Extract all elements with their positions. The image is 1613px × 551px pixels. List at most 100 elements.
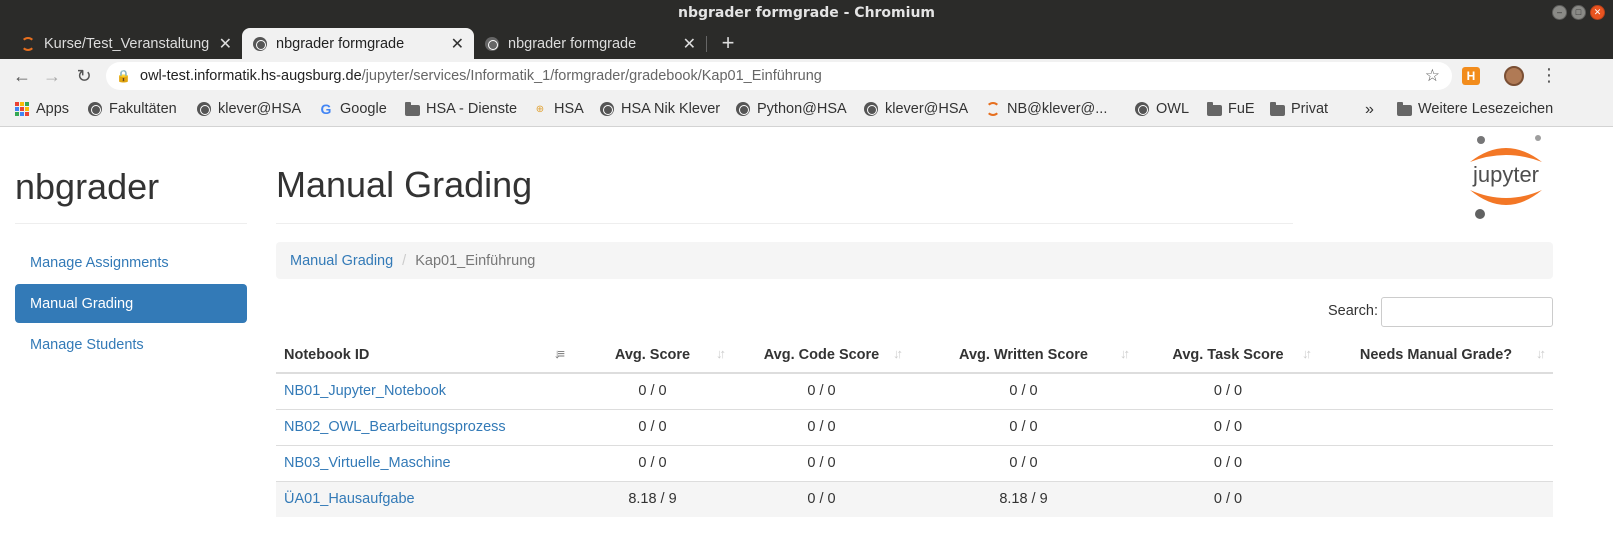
globe-icon [863, 101, 879, 117]
sidebar-item-manage-assignments[interactable]: Manage Assignments [15, 243, 247, 282]
new-tab-button[interactable]: + [714, 30, 742, 56]
bookmark-hsa-nik-klever[interactable]: HSA Nik Klever [599, 101, 720, 117]
bookmark-label: HSA [554, 101, 584, 117]
jupyter-ring-icon [20, 36, 36, 52]
other-bookmarks[interactable]: Weitere Lesezeichen [1396, 101, 1553, 117]
table-row: NB01_Jupyter_Notebook 0 / 0 0 / 0 0 / 0 … [276, 372, 1553, 409]
sort-icon: ↓↑ [1302, 346, 1312, 361]
avg-code-score-cell: 0 / 0 [733, 372, 910, 409]
bookmark-label: HSA Nik Klever [621, 101, 721, 117]
bookmark-label: Weitere Lesezeichen [1418, 101, 1554, 117]
bookmark-label: Google [340, 101, 387, 117]
notebook-link[interactable]: NB02_OWL_Bearbeitungsprozess [276, 408, 572, 445]
table-row: ÜA01_Hausaufgabe 8.18 / 9 0 / 0 8.18 / 9… [276, 480, 1553, 517]
breadcrumb-current: Kap01_Einführung [415, 252, 536, 269]
column-header-avg-task-score[interactable]: Avg. Task Score ↓↑ [1137, 337, 1319, 374]
globe-icon [735, 101, 751, 117]
bookmark-privat[interactable]: Privat [1269, 101, 1328, 117]
close-icon[interactable]: ✕ [683, 34, 696, 54]
star-icon[interactable]: ☆ [1425, 66, 1440, 86]
bookmark-klever-hsa[interactable]: klever@HSA [196, 101, 301, 117]
extension-icon[interactable]: H [1462, 67, 1480, 85]
column-header-label: Needs Manual Grade? [1359, 346, 1513, 363]
minimize-button[interactable]: – [1552, 5, 1567, 20]
url-host: owl-test.informatik.hs-augsburg.de [140, 68, 362, 84]
breadcrumb-link-manual-grading[interactable]: Manual Grading [290, 253, 393, 269]
bookmark-label: Fakultäten [109, 101, 177, 117]
avg-written-score-cell: 0 / 0 [910, 372, 1137, 409]
globe-icon [1134, 101, 1150, 117]
notebook-link[interactable]: NB01_Jupyter_Notebook [276, 372, 572, 409]
bookmark-hsa[interactable]: ⊕ HSA [532, 101, 584, 117]
notebook-link[interactable]: ÜA01_Hausaufgabe [276, 480, 572, 517]
reload-icon[interactable]: ↻ [70, 63, 98, 89]
search-input[interactable] [1381, 297, 1553, 327]
tab-formgrade-active[interactable]: nbgrader formgrade ✕ [242, 28, 474, 59]
close-window-button[interactable]: ✕ [1590, 5, 1605, 20]
hsa-icon: ⊕ [535, 103, 545, 115]
tab-label: Kurse/Test_Veranstaltung [44, 35, 210, 52]
bookmark-hsa-dienste[interactable]: HSA - Dienste [404, 101, 517, 117]
forward-arrow-icon[interactable]: → [38, 63, 66, 89]
bookmark-label: Apps [36, 101, 70, 117]
column-header-avg-written-score[interactable]: Avg. Written Score ↓↑ [910, 337, 1137, 374]
bookmark-label: OWL [1156, 101, 1190, 117]
close-icon[interactable]: ✕ [219, 34, 232, 54]
close-icon[interactable]: ✕ [451, 34, 464, 54]
avg-code-score-cell: 0 / 0 [733, 408, 910, 445]
page-title: Manual Grading [276, 164, 533, 205]
avg-score-cell: 0 / 0 [572, 408, 733, 445]
google-icon: G [320, 101, 332, 117]
bookmark-nb-klever[interactable]: NB@klever@... [985, 101, 1107, 117]
search-label: Search: [1328, 303, 1378, 319]
bookmark-google[interactable]: G Google [318, 101, 387, 117]
globe-icon [484, 36, 500, 52]
table-header-row: Notebook ID ↓≡ Avg. Score ↓↑ Avg. Code Sco… [276, 337, 1553, 374]
globe-icon [87, 101, 103, 117]
column-header-needs-manual-grade[interactable]: Needs Manual Grade? ↓↑ [1319, 337, 1553, 374]
profile-avatar[interactable] [1504, 66, 1524, 86]
tab-label: nbgrader formgrade [276, 35, 405, 52]
menu-dots-icon[interactable]: ⋮ [1540, 65, 1558, 86]
bookmark-fue[interactable]: FuE [1206, 101, 1255, 117]
bookmarks-overflow-button[interactable]: » [1365, 101, 1374, 119]
bookmark-apps[interactable]: Apps [14, 101, 69, 117]
avg-code-score-cell: 0 / 0 [733, 444, 910, 481]
bookmark-label: HSA - Dienste [426, 101, 518, 117]
back-arrow-icon[interactable]: ← [8, 63, 36, 89]
lock-icon: 🔒 [116, 69, 131, 83]
breadcrumb: Manual Grading / Kap01_Einführung [276, 242, 1553, 279]
bookmark-klever-hsa-2[interactable]: klever@HSA [863, 101, 968, 117]
sort-icon: ↓≡ [553, 346, 565, 361]
tab-label: nbgrader formgrade [508, 35, 637, 52]
avg-written-score-cell: 0 / 0 [910, 444, 1137, 481]
column-header-avg-code-score[interactable]: Avg. Code Score ↓↑ [733, 337, 910, 374]
bookmark-owl[interactable]: OWL [1134, 101, 1189, 117]
sidebar-item-manage-students[interactable]: Manage Students [15, 325, 247, 364]
notebook-link[interactable]: NB03_Virtuelle_Maschine [276, 444, 572, 481]
tab-kurse[interactable]: Kurse/Test_Veranstaltung ✕ [10, 28, 242, 59]
bookmark-label: NB@klever@... [1007, 101, 1108, 117]
column-header-label: Avg. Code Score [763, 346, 880, 363]
column-header-avg-score[interactable]: Avg. Score ↓↑ [572, 337, 733, 374]
tab-formgrade[interactable]: nbgrader formgrade ✕ [474, 28, 706, 59]
maximize-button[interactable]: □ [1571, 5, 1586, 20]
logo-text: jupyter [1472, 162, 1539, 187]
column-header-notebook-id[interactable]: Notebook ID ↓≡ [276, 337, 572, 374]
bookmark-fakultaeten[interactable]: Fakultäten [87, 101, 177, 117]
address-bar[interactable]: 🔒 owl-test.informatik.hs-augsburg.de/jup… [106, 62, 1452, 90]
folder-icon [1269, 101, 1285, 117]
avg-code-score-cell: 0 / 0 [733, 480, 910, 517]
url-path: /jupyter/services/Informatik_1/formgrade… [361, 68, 822, 84]
bookmark-label: klever@HSA [218, 101, 302, 117]
bookmark-python-hsa[interactable]: Python@HSA [735, 101, 847, 117]
sidebar-item-manual-grading[interactable]: Manual Grading [15, 284, 247, 323]
folder-icon [1396, 101, 1412, 117]
bookmarks-bar: Apps Fakultäten klever@HSA G Google HSA … [0, 93, 1613, 127]
globe-icon [252, 36, 268, 52]
column-header-label: Notebook ID [284, 346, 370, 363]
sort-icon: ↓↑ [716, 346, 726, 361]
sort-icon: ↓↑ [893, 346, 903, 361]
apps-grid-icon [14, 101, 30, 117]
sidebar-divider [15, 223, 247, 224]
